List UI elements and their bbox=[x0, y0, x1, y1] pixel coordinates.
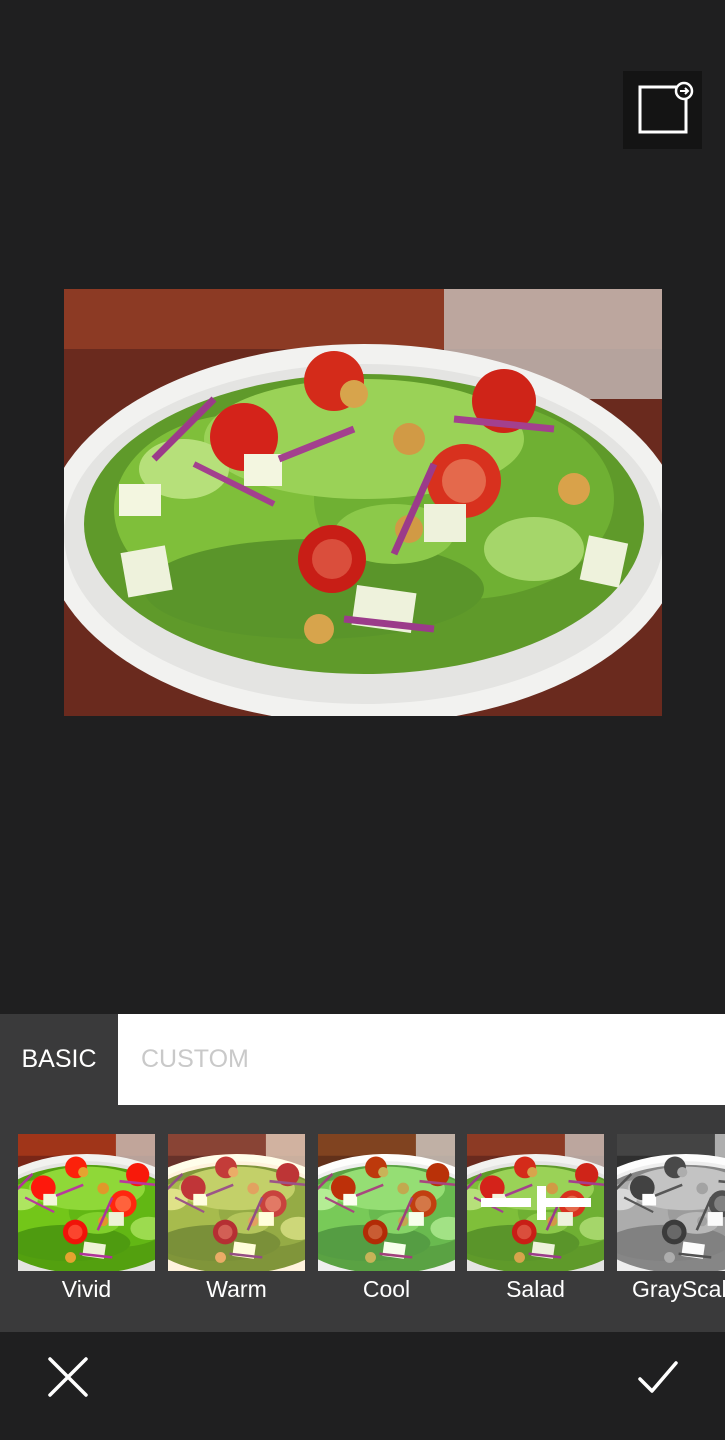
cancel-button[interactable] bbox=[38, 1347, 98, 1407]
salad-photo bbox=[64, 289, 662, 716]
bottom-action-bar bbox=[0, 1332, 725, 1440]
filter-thumbnail bbox=[318, 1134, 455, 1271]
filter-tabs: BASIC CUSTOM bbox=[0, 1014, 725, 1105]
tab-basic[interactable]: BASIC bbox=[0, 1014, 118, 1105]
filter-thumbnail bbox=[18, 1134, 155, 1271]
filter-label: Salad bbox=[506, 1276, 565, 1302]
photo-preview bbox=[64, 289, 662, 716]
compare-button[interactable] bbox=[623, 71, 702, 149]
filter-label: GrayScal bbox=[632, 1276, 725, 1302]
filter-strip: Vivid Warm Cool Salad GrayScal bbox=[0, 1105, 725, 1332]
confirm-button[interactable] bbox=[628, 1347, 688, 1407]
filter-warm[interactable]: Warm bbox=[168, 1134, 305, 1303]
check-icon bbox=[638, 1361, 678, 1393]
filter-label: Warm bbox=[206, 1276, 267, 1302]
compare-original-icon bbox=[638, 81, 694, 134]
filter-label: Vivid bbox=[61, 1276, 112, 1302]
filter-cool[interactable]: Cool bbox=[318, 1134, 455, 1303]
filter-thumbnail bbox=[168, 1134, 305, 1271]
tab-custom[interactable]: CUSTOM bbox=[118, 1014, 725, 1105]
close-icon bbox=[48, 1357, 88, 1397]
filter-salad[interactable]: Salad bbox=[467, 1134, 604, 1303]
filter-grayscale[interactable]: GrayScal bbox=[617, 1134, 725, 1303]
filter-vivid[interactable]: Vivid bbox=[18, 1134, 155, 1303]
adjust-sliders-icon bbox=[481, 1186, 591, 1220]
filter-thumbnail bbox=[467, 1134, 604, 1271]
filter-thumbnail bbox=[617, 1134, 725, 1271]
filter-label: Cool bbox=[362, 1276, 411, 1302]
